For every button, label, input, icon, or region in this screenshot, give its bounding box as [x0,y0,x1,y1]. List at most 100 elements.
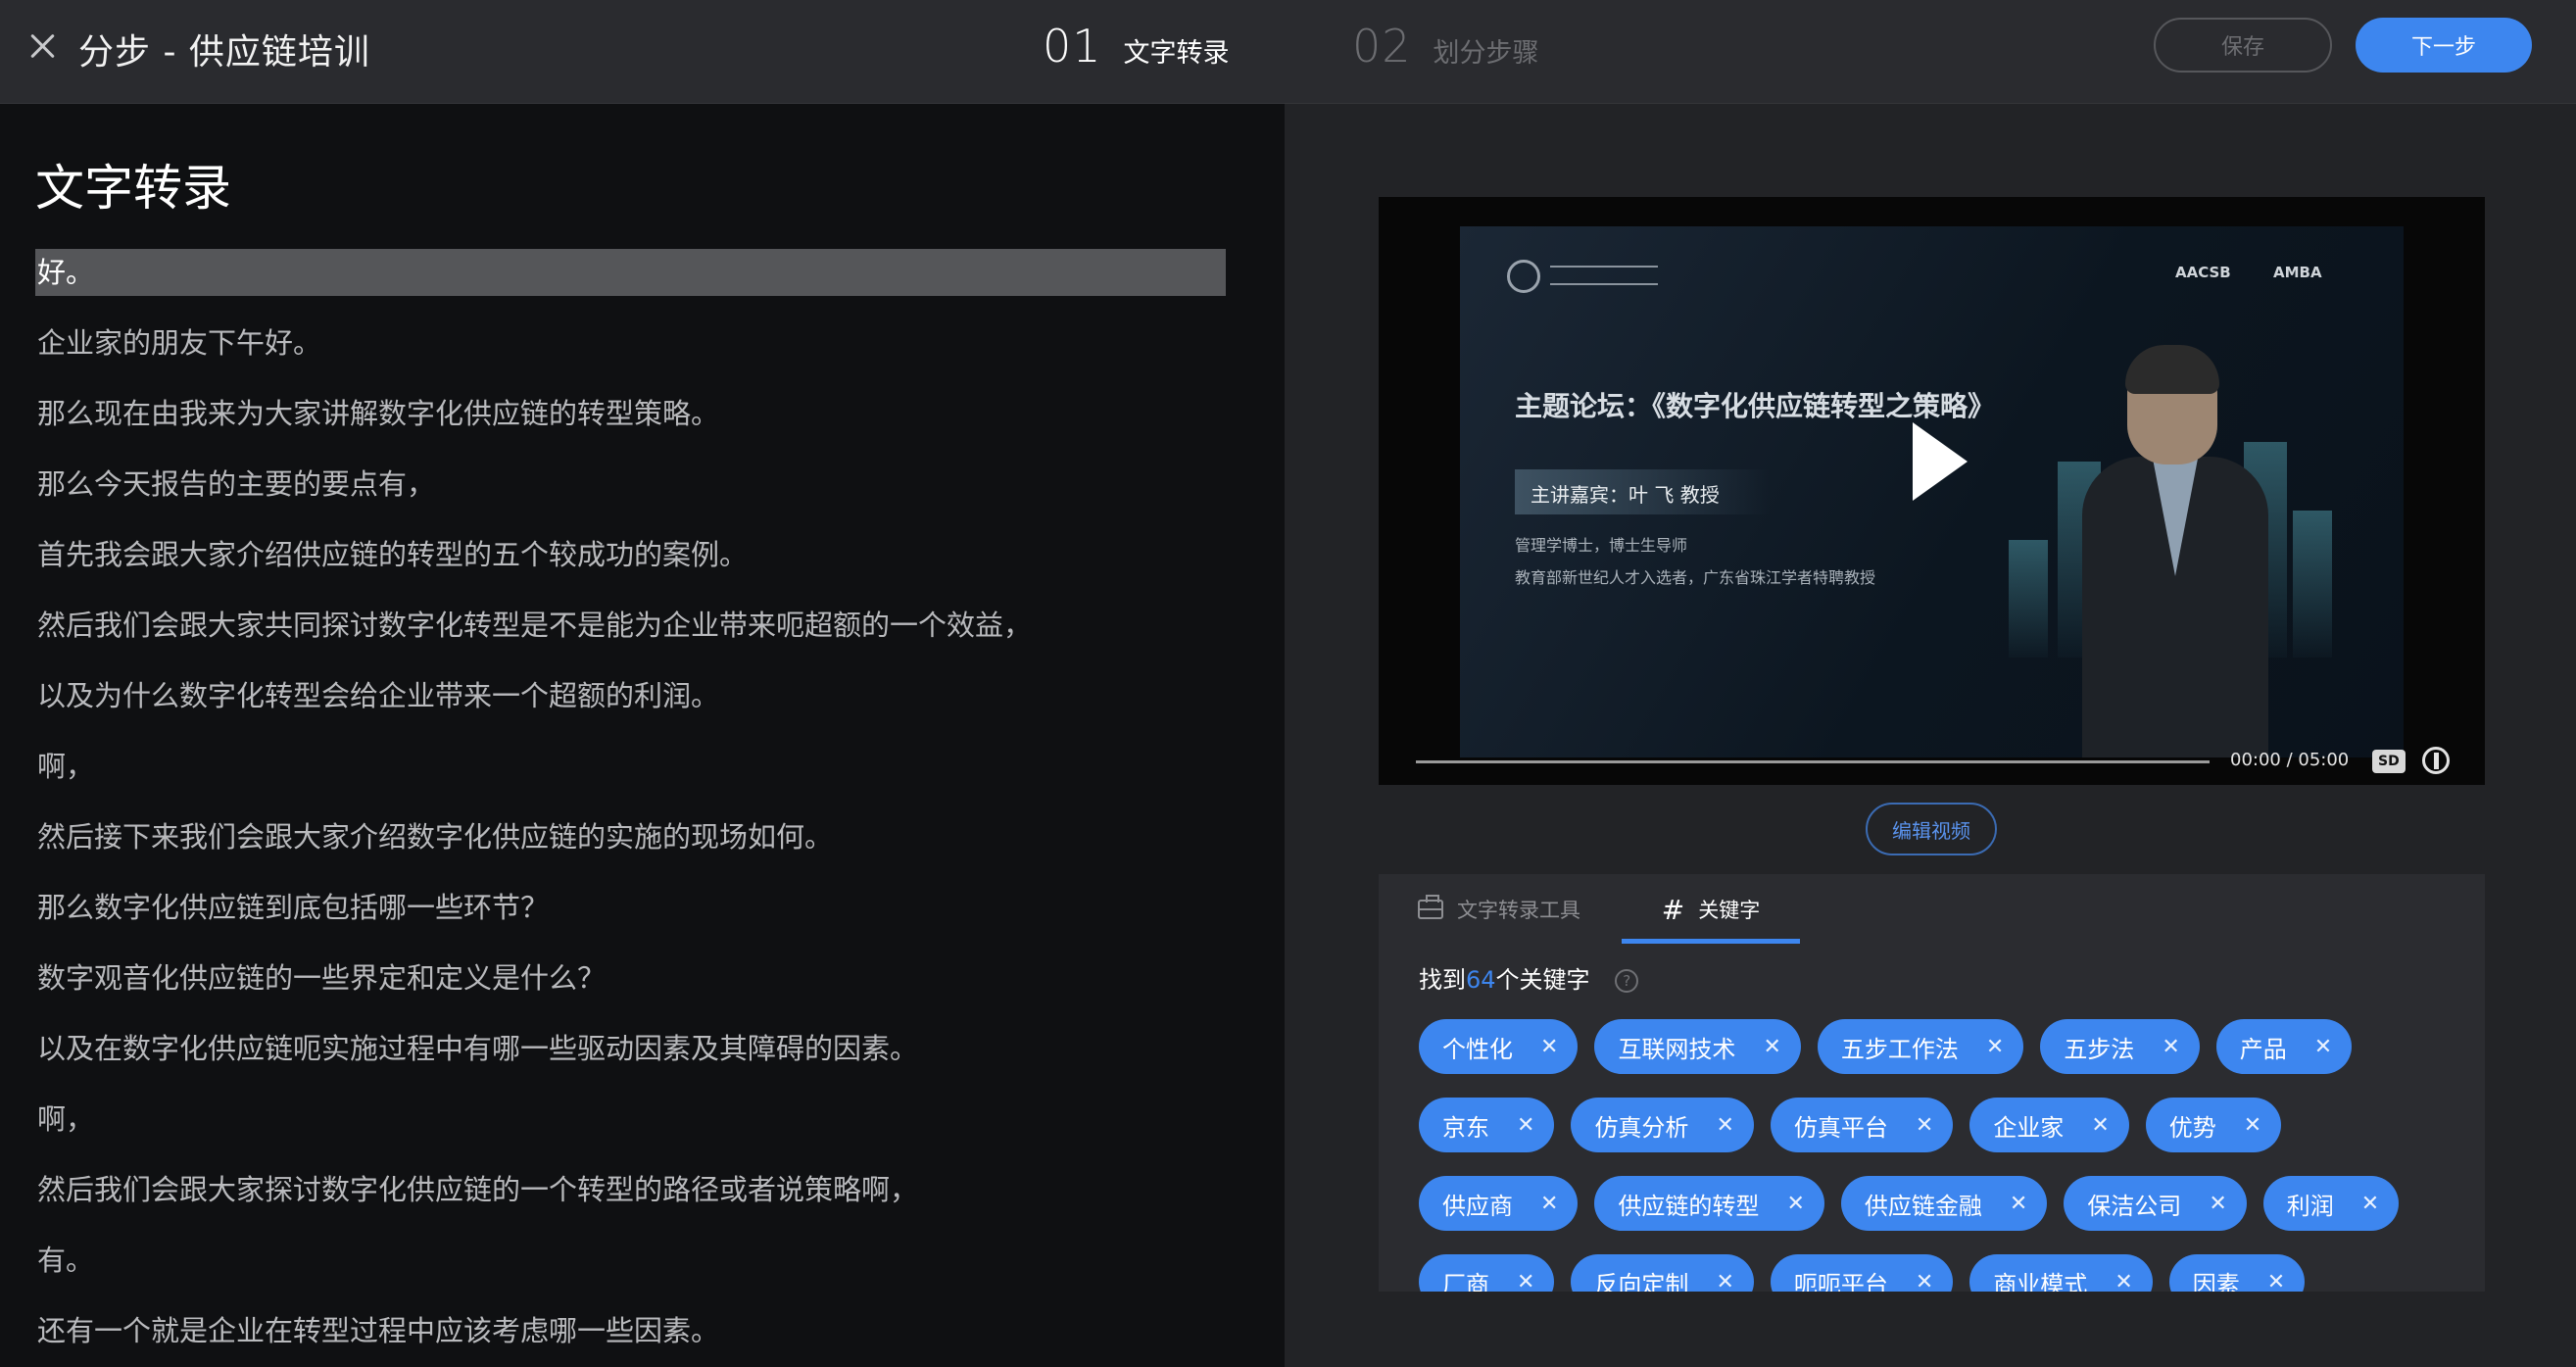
remove-keyword-icon[interactable]: ✕ [2361,1192,2379,1216]
keyword-label: 个性化 [1442,1035,1513,1063]
keyword-label: 仿真分析 [1594,1113,1689,1142]
transcript-line[interactable]: 数字观音化供应链的一些界定和定义是什么？ [35,954,1226,1025]
keyword-chip[interactable]: 商业模式 ✕ [1969,1254,2153,1293]
remove-keyword-icon[interactable]: ✕ [2244,1113,2261,1138]
step-1-label: 文字转录 [1123,38,1230,69]
edit-video-button[interactable]: 编辑视频 [1866,803,1997,855]
keyword-chip[interactable]: 五步工作法 ✕ [1817,1019,2024,1074]
university-seal-icon [1507,260,1540,293]
video-player[interactable]: AACSB AMBA 主题论坛：《数字化供应链转型之策略》 主讲嘉宾：叶 飞 教… [1379,197,2485,785]
keyword-chip[interactable]: 产品 ✕ [2215,1019,2353,1074]
play-icon[interactable] [1913,422,1968,501]
keyword-label: 优势 [2168,1113,2216,1142]
university-logo-text [1550,266,1658,285]
slide-speaker: 主讲嘉宾：叶 飞 教授 [1515,469,1770,514]
keyword-count: 64 [1466,966,1496,994]
speaker-photo [2082,345,2268,757]
remove-keyword-icon[interactable]: ✕ [1716,1270,1733,1293]
keyword-chip[interactable]: 保洁公司 ✕ [2064,1176,2247,1231]
help-icon[interactable]: ? [1615,969,1639,993]
remove-keyword-icon[interactable]: ✕ [2091,1113,2109,1138]
remove-keyword-icon[interactable]: ✕ [1986,1035,2004,1059]
remove-keyword-icon[interactable]: ✕ [1763,1035,1780,1059]
remove-keyword-icon[interactable]: ✕ [1786,1192,1804,1216]
transcript-line[interactable]: 有。 [35,1237,1226,1307]
transcript-line[interactable]: 那么今天报告的主要的要点有， [35,461,1226,531]
transcript-line[interactable]: 那么数字化供应链到底包括哪一些环节？ [35,884,1226,954]
remove-keyword-icon[interactable]: ✕ [1916,1270,1933,1293]
remove-keyword-icon[interactable]: ✕ [2162,1035,2179,1059]
remove-keyword-icon[interactable]: ✕ [1517,1113,1534,1138]
keyword-chip[interactable]: 京东 ✕ [1419,1098,1555,1152]
transcript-line[interactable]: 然后我们会跟大家共同探讨数字化转型是不是能为企业带来呃超额的一个效益， [35,602,1226,672]
transcript-line[interactable]: 然后我们会跟大家探讨数字化供应链的一个转型的路径或者说策略啊， [35,1166,1226,1237]
keyword-label: 厂商 [1442,1270,1489,1293]
close-icon[interactable] [24,27,61,65]
keyword-chip[interactable]: 供应链金融 ✕ [1840,1176,2048,1231]
page-title: 分步 - 供应链培训 [78,32,370,73]
keyword-label: 供应链的转型 [1618,1192,1760,1220]
keyword-label: 五步工作法 [1840,1035,1959,1063]
transcript-line[interactable]: 那么现在由我来为大家讲解数字化供应链的转型策略。 [35,390,1226,461]
quality-badge[interactable]: SD [2372,750,2406,773]
keyword-label: 仿真平台 [1793,1113,1888,1142]
transcript-line[interactable]: 啊， [35,743,1226,813]
remove-keyword-icon[interactable]: ✕ [2267,1270,2285,1293]
keyword-label: 利润 [2286,1192,2334,1220]
keyword-label: 因素 [2192,1270,2240,1293]
keyword-chip[interactable]: 五步法 ✕ [2040,1019,2200,1074]
top-bar: 分步 - 供应链培训 01 文字转录 02 划分步骤 保存 下一步 [0,0,2576,104]
remove-keyword-icon[interactable]: ✕ [1540,1035,1558,1059]
step-1[interactable]: 01 文字转录 [1043,20,1230,73]
tab-keywords[interactable]: # 关键字 [1622,874,1800,945]
subtitle-icon[interactable] [2422,747,2450,774]
keyword-chip[interactable]: 个性化 ✕ [1419,1019,1579,1074]
tab-transcript-tools[interactable]: 文字转录工具 [1418,874,1580,945]
transcript-line[interactable]: 还有一个就是企业在转型过程中应该考虑哪一些因素。 [35,1307,1226,1367]
remove-keyword-icon[interactable]: ✕ [2314,1035,2332,1059]
remove-keyword-icon[interactable]: ✕ [1716,1113,1733,1138]
transcript-title: 文字转录 [35,160,231,217]
step-1-number: 01 [1043,20,1102,73]
keyword-chip[interactable]: 企业家 ✕ [1969,1098,2129,1152]
remove-keyword-icon[interactable]: ✕ [1517,1270,1534,1293]
transcript-line[interactable]: 啊， [35,1096,1226,1166]
keyword-panel: 文字转录工具 # 关键字 找到64个关键字 ? 个性化 ✕ 互联网技术 ✕ 五步工作… [1379,874,2485,1292]
step-2[interactable]: 02 划分步骤 [1352,20,1539,73]
remove-keyword-icon[interactable]: ✕ [2114,1270,2132,1293]
keyword-label: 五步法 [2064,1035,2135,1063]
keyword-chip[interactable]: 因素 ✕ [2168,1254,2306,1293]
save-button[interactable]: 保存 [2154,18,2332,73]
keyword-chip[interactable]: 供应链的转型 ✕ [1594,1176,1824,1231]
transcript-line[interactable]: 企业家的朋友下午好。 [35,319,1226,390]
transcript-line[interactable]: 以及在数字化供应链呃实施过程中有哪一些驱动因素及其障碍的因素。 [35,1025,1226,1096]
found-prefix: 找到 [1419,966,1466,994]
keyword-label: 供应商 [1442,1192,1513,1220]
keyword-chip[interactable]: 仿真平台 ✕ [1770,1098,1954,1152]
keyword-chip[interactable]: 反向定制 ✕ [1571,1254,1754,1293]
remove-keyword-icon[interactable]: ✕ [2010,1192,2027,1216]
remove-keyword-icon[interactable]: ✕ [2209,1192,2226,1216]
keyword-chip[interactable]: 呃呃平台 ✕ [1770,1254,1954,1293]
transcript-line[interactable]: 首先我会跟大家介绍供应链的转型的五个较成功的案例。 [35,531,1226,602]
keyword-chip[interactable]: 供应商 ✕ [1419,1176,1579,1231]
slide-title: 主题论坛：《数字化供应链转型之策略》 [1515,390,1996,422]
keyword-chip[interactable]: 优势 ✕ [2145,1098,2282,1152]
keyword-label: 供应链金融 [1864,1192,1982,1220]
keyword-chip[interactable]: 互联网技术 ✕ [1594,1019,1801,1074]
keyword-label: 保洁公司 [2087,1192,2182,1220]
transcript-line[interactable]: 然后接下来我们会跟大家介绍数字化供应链的实施的现场如何。 [35,813,1226,884]
remove-keyword-icon[interactable]: ✕ [1540,1192,1558,1216]
transcript-line-active[interactable]: 好。 [35,249,1226,296]
aacsb-logo: AACSB [2175,264,2231,281]
step-2-number: 02 [1352,20,1412,73]
remove-keyword-icon[interactable]: ✕ [1916,1113,1933,1138]
keyword-chip[interactable]: 厂商 ✕ [1419,1254,1555,1293]
keyword-list: 个性化 ✕ 互联网技术 ✕ 五步工作法 ✕ 五步法 ✕ 产品 ✕ 京东 ✕ 仿真分析 ✕ 仿真… [1419,1019,2457,1292]
video-progress-bar[interactable] [1416,760,2210,763]
keyword-chip[interactable]: 仿真分析 ✕ [1571,1098,1754,1152]
transcript-line[interactable]: 以及为什么数字化转型会给企业带来一个超额的利润。 [35,672,1226,743]
keyword-chip[interactable]: 利润 ✕ [2262,1176,2400,1231]
next-step-button[interactable]: 下一步 [2356,18,2532,73]
tab-transcript-tools-label: 文字转录工具 [1457,899,1580,922]
